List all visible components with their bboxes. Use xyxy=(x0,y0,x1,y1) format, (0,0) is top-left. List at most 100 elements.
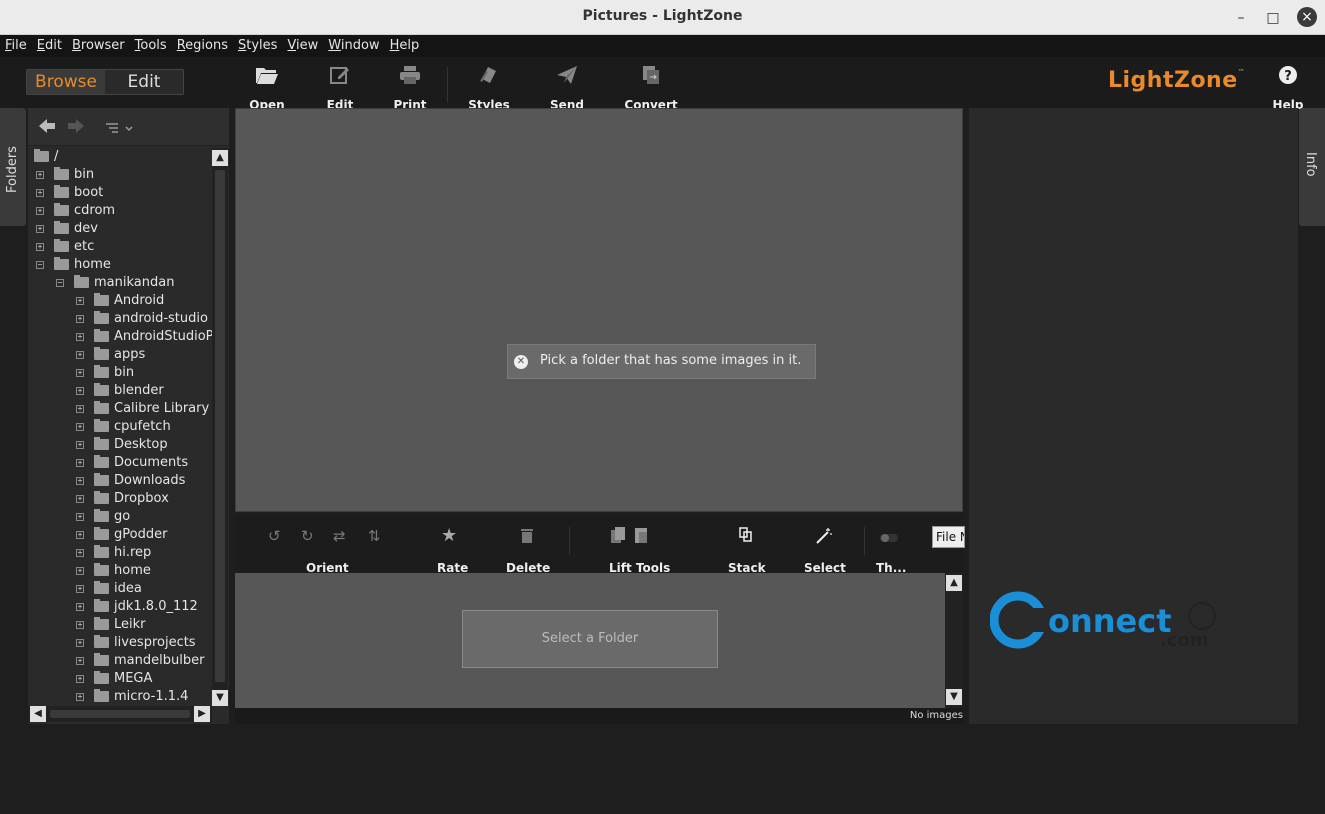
tree-folder-item[interactable]: + jdk1.8.0_112 xyxy=(28,598,212,616)
scroll-right-icon[interactable]: ▶ xyxy=(194,706,210,722)
menu-tools[interactable]: Tools xyxy=(130,35,172,57)
tree-folder-item[interactable]: + Desktop xyxy=(28,436,212,454)
print-button[interactable]: Print xyxy=(392,65,428,112)
tree-folder-item[interactable]: + idea xyxy=(28,580,212,598)
expand-icon[interactable]: + xyxy=(36,207,44,215)
expand-icon[interactable]: + xyxy=(76,369,84,377)
tree-folder-item[interactable]: + android-studio xyxy=(28,310,212,328)
tree-folder-item[interactable]: + go xyxy=(28,508,212,526)
tree-folder-item[interactable]: + livesprojects xyxy=(28,634,212,652)
expand-icon[interactable]: + xyxy=(36,225,44,233)
tree-folder-item[interactable]: + Calibre Library xyxy=(28,400,212,418)
scroll-thumb-horizontal[interactable] xyxy=(50,710,190,718)
menu-browser[interactable]: Browser xyxy=(67,35,130,57)
tree-folder-item[interactable]: + Android xyxy=(28,292,212,310)
tree-folder-item[interactable]: + micro-1.1.4 xyxy=(28,688,212,706)
tree-folder-item[interactable]: + Leikr xyxy=(28,616,212,634)
flip-vertical-icon[interactable]: ⇅ xyxy=(368,527,381,545)
expand-icon[interactable]: + xyxy=(76,477,84,485)
edit-button[interactable]: Edit xyxy=(322,65,358,112)
minimize-button[interactable]: – xyxy=(1230,7,1252,29)
back-arrow-icon[interactable] xyxy=(38,118,56,138)
folder-menu-icon[interactable] xyxy=(106,120,136,139)
tree-folder-item[interactable]: + Documents xyxy=(28,454,212,472)
send-button[interactable]: Send xyxy=(548,65,586,112)
tree-folder-item[interactable]: + cpufetch xyxy=(28,418,212,436)
expand-icon[interactable]: + xyxy=(36,189,44,197)
menu-file[interactable]: File xyxy=(0,35,32,57)
flip-horizontal-icon[interactable]: ⇄ xyxy=(333,527,346,545)
tree-folder-item[interactable]: + Dropbox xyxy=(28,490,212,508)
expand-icon[interactable]: + xyxy=(76,657,84,665)
browser-scrollbar[interactable]: ▲ ▼ xyxy=(945,573,963,708)
menu-window[interactable]: Window xyxy=(323,35,384,57)
tree-folder-item[interactable]: + hi.rep xyxy=(28,544,212,562)
tree-folder-item[interactable]: + boot xyxy=(28,184,212,202)
convert-button[interactable]: Convert xyxy=(624,65,678,112)
expand-icon[interactable]: + xyxy=(36,171,44,179)
expand-icon[interactable]: + xyxy=(76,405,84,413)
expand-icon[interactable]: + xyxy=(76,513,84,521)
expand-icon[interactable]: + xyxy=(76,495,84,503)
tree-folder-item[interactable]: + AndroidStudioP xyxy=(28,328,212,346)
expand-icon[interactable]: + xyxy=(76,297,84,305)
expand-icon[interactable]: + xyxy=(76,441,84,449)
scroll-down-icon[interactable]: ▼ xyxy=(212,690,228,706)
tree-folder-item[interactable]: + etc xyxy=(28,238,212,256)
expand-icon[interactable]: + xyxy=(76,387,84,395)
menu-styles[interactable]: Styles xyxy=(233,35,282,57)
sort-field-select[interactable]: File N xyxy=(932,526,965,548)
expand-icon[interactable]: + xyxy=(76,549,84,557)
rotate-left-icon[interactable]: ↺ xyxy=(268,527,281,545)
tree-folder-item[interactable]: + MEGA xyxy=(28,670,212,688)
tree-folder-item[interactable]: + dev xyxy=(28,220,212,238)
magic-wand-icon[interactable] xyxy=(815,527,833,549)
collapse-icon[interactable]: − xyxy=(56,279,64,287)
info-tab[interactable]: Info xyxy=(1299,108,1325,226)
tree-folder-item[interactable]: + gPodder xyxy=(28,526,212,544)
edit-mode-button[interactable]: Edit xyxy=(105,70,183,94)
browser-scroll-down-icon[interactable]: ▼ xyxy=(946,689,962,705)
star-icon[interactable]: ★ xyxy=(441,525,457,546)
browser-scroll-up-icon[interactable]: ▲ xyxy=(946,575,962,591)
expand-icon[interactable]: + xyxy=(76,531,84,539)
tree-folder-item[interactable]: + home xyxy=(28,562,212,580)
close-button[interactable]: × xyxy=(1297,7,1317,27)
trash-icon[interactable] xyxy=(520,527,534,548)
expand-icon[interactable]: + xyxy=(76,675,84,683)
tree-folder-item[interactable]: + Downloads xyxy=(28,472,212,490)
open-button[interactable]: Open xyxy=(248,65,286,112)
collapse-icon[interactable]: − xyxy=(36,261,44,269)
menu-edit[interactable]: Edit xyxy=(32,35,67,57)
folders-tab[interactable]: Folders xyxy=(0,108,26,226)
select-folder-button[interactable]: Select a Folder xyxy=(462,610,718,668)
tree-folder-item[interactable]: + bin xyxy=(28,364,212,382)
tree-folder-item[interactable]: + cdrom xyxy=(28,202,212,220)
folder-tree-horizontal-scrollbar[interactable]: ◀ ▶ xyxy=(28,706,212,722)
styles-button[interactable]: Styles xyxy=(468,65,510,112)
menu-help[interactable]: Help xyxy=(385,35,425,57)
scroll-thumb[interactable] xyxy=(215,170,225,682)
expand-icon[interactable]: + xyxy=(76,459,84,467)
scroll-up-icon[interactable]: ▲ xyxy=(212,150,228,166)
expand-icon[interactable]: + xyxy=(76,567,84,575)
help-button[interactable]: ? Help xyxy=(1272,65,1304,112)
tree-folder-item[interactable]: + apps xyxy=(28,346,212,364)
scroll-left-icon[interactable]: ◀ xyxy=(30,706,46,722)
tree-folder-item[interactable]: − manikandan xyxy=(28,274,212,292)
expand-icon[interactable]: + xyxy=(76,351,84,359)
expand-icon[interactable]: + xyxy=(76,315,84,323)
rotate-right-icon[interactable]: ↻ xyxy=(301,527,314,545)
tree-root[interactable]: / xyxy=(28,148,212,166)
toggle-icon[interactable] xyxy=(880,529,898,547)
browse-mode-button[interactable]: Browse xyxy=(27,70,105,94)
expand-icon[interactable]: + xyxy=(76,693,84,701)
tree-folder-item[interactable]: − home xyxy=(28,256,212,274)
expand-icon[interactable]: + xyxy=(76,333,84,341)
close-circle-icon[interactable]: ✕ xyxy=(514,355,528,369)
expand-icon[interactable]: + xyxy=(76,585,84,593)
maximize-button[interactable]: □ xyxy=(1262,7,1284,29)
folder-tree-vertical-scrollbar[interactable]: ▲ ▼ xyxy=(212,148,228,706)
expand-icon[interactable]: + xyxy=(36,243,44,251)
tree-folder-item[interactable]: + blender xyxy=(28,382,212,400)
